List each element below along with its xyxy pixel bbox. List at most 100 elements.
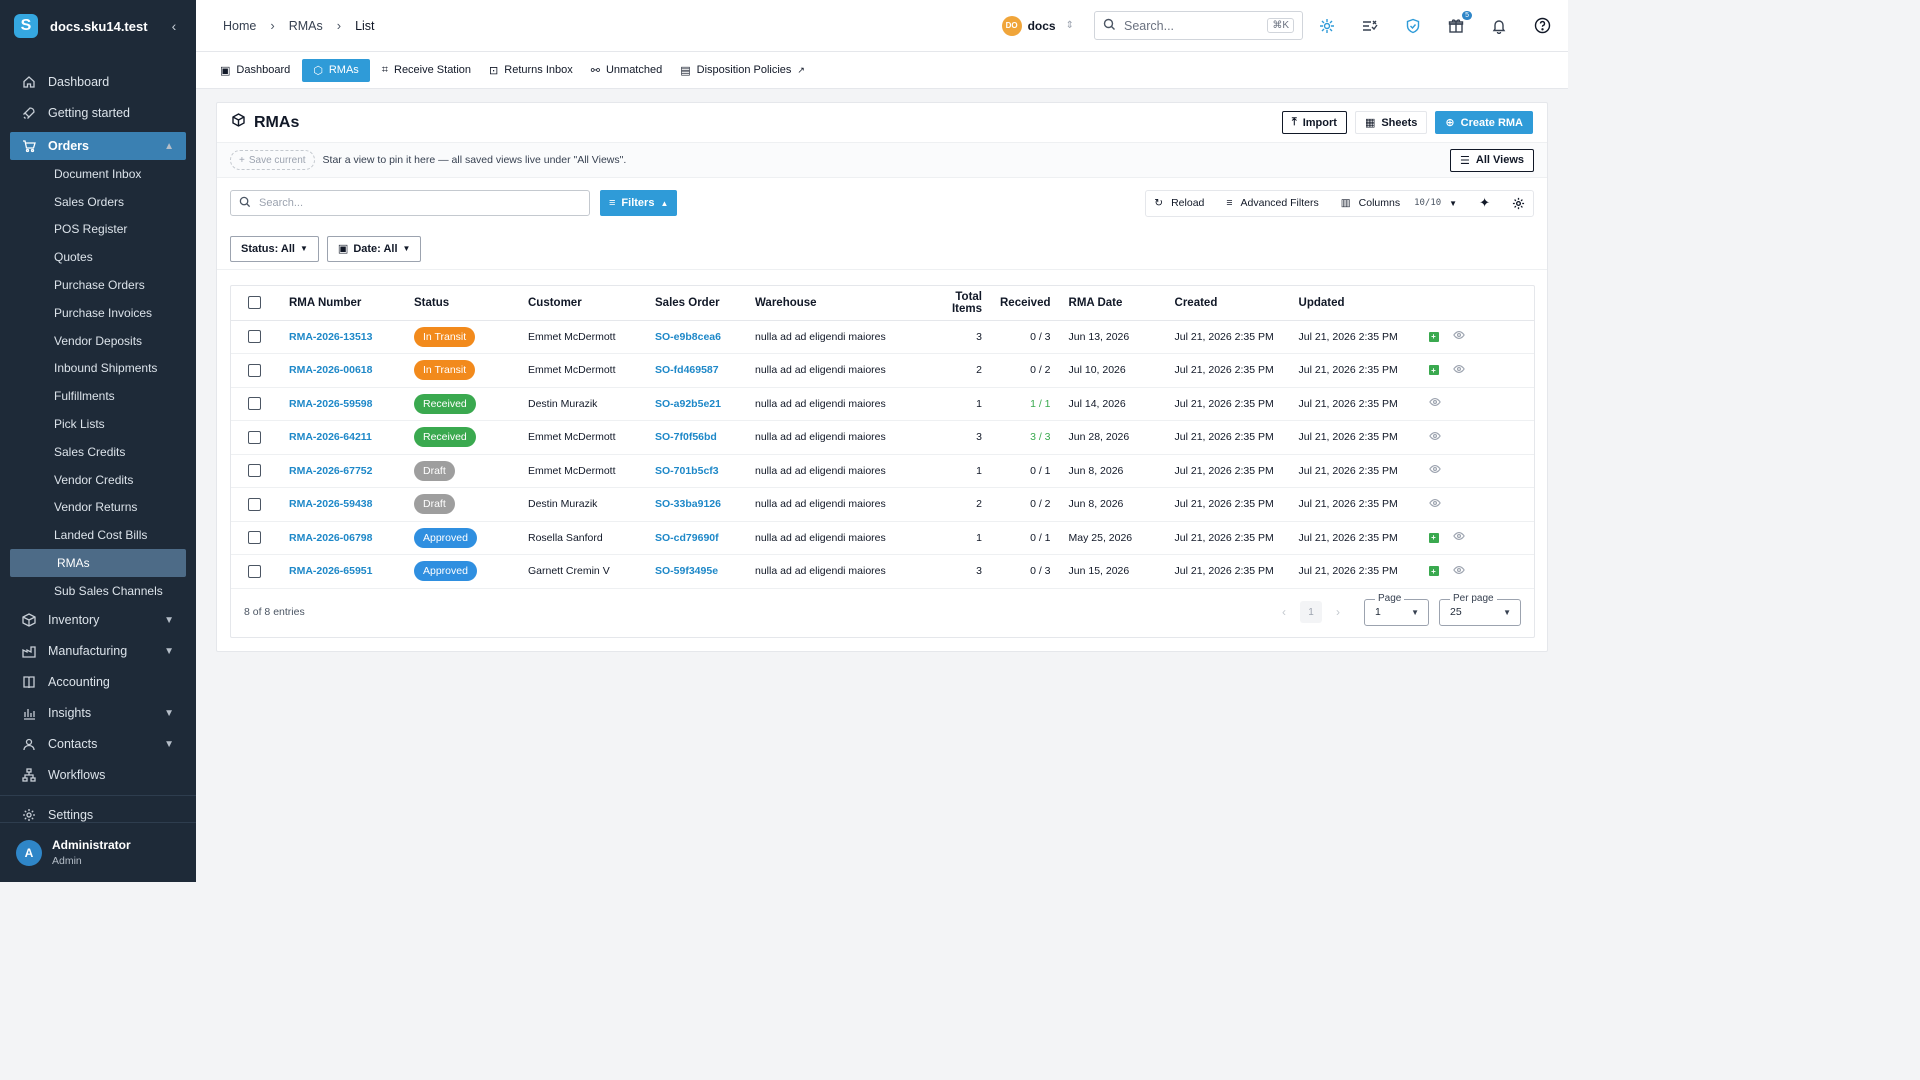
table-search[interactable] xyxy=(230,190,590,216)
sidebar-subitem-quotes[interactable]: Quotes xyxy=(0,243,196,271)
filters-button[interactable]: ≡ Filters ▲ xyxy=(600,190,678,216)
row-checkbox[interactable] xyxy=(248,564,261,578)
tab-receive-station[interactable]: ⌗ Receive Station xyxy=(376,59,477,82)
sidebar-subitem-document-inbox[interactable]: Document Inbox xyxy=(0,160,196,188)
sidebar-subitem-rmas[interactable]: RMAs xyxy=(10,549,186,577)
sidebar-subitem-inbound-shipments[interactable]: Inbound Shipments xyxy=(0,355,196,383)
column-header-rma-number[interactable]: RMA Number xyxy=(289,286,414,321)
sales-order-link[interactable]: SO-59f3495e xyxy=(655,565,718,577)
column-header-received[interactable]: Received xyxy=(1000,286,1069,321)
eye-icon[interactable] xyxy=(1452,530,1465,545)
help-icon[interactable] xyxy=(1532,16,1552,36)
row-checkbox[interactable] xyxy=(248,330,261,344)
shield-icon[interactable] xyxy=(1403,16,1423,36)
save-current-view-button[interactable]: + Save current xyxy=(230,150,315,170)
receive-icon[interactable]: + xyxy=(1428,365,1439,376)
column-header-customer[interactable]: Customer xyxy=(528,286,655,321)
row-checkbox[interactable] xyxy=(248,363,261,377)
sidebar-item-accounting[interactable]: Accounting xyxy=(0,667,196,698)
sidebar-subitem-sales-credits[interactable]: Sales Credits xyxy=(0,438,196,466)
global-search[interactable]: Search... ⌘K xyxy=(1094,11,1303,40)
gift-icon[interactable]: 5 xyxy=(1446,10,1472,36)
sidebar-subitem-fulfillments[interactable]: Fulfillments xyxy=(0,382,196,410)
sales-order-link[interactable]: SO-a92b5e21 xyxy=(655,398,721,410)
column-header-rma-date[interactable]: RMA Date xyxy=(1068,286,1175,321)
rma-number-link[interactable]: RMA-2026-06798 xyxy=(289,532,372,544)
row-checkbox[interactable] xyxy=(248,464,261,478)
sidebar-item-dashboard[interactable]: Dashboard xyxy=(0,66,196,97)
tab-returns-inbox[interactable]: ⊡ Returns Inbox xyxy=(483,59,579,82)
column-header-total-items[interactable]: Total Items xyxy=(930,286,1000,321)
sidebar-item-insights[interactable]: Insights ▼ xyxy=(0,698,196,729)
rma-number-link[interactable]: RMA-2026-64211 xyxy=(289,431,372,443)
rma-number-link[interactable]: RMA-2026-00618 xyxy=(289,364,372,376)
next-page-icon[interactable]: › xyxy=(1336,605,1340,619)
rma-number-link[interactable]: RMA-2026-67752 xyxy=(289,465,372,477)
row-checkbox[interactable] xyxy=(248,531,261,545)
per-page-select[interactable]: Per page 25 ▼ xyxy=(1439,592,1521,626)
current-page[interactable]: 1 xyxy=(1300,601,1322,623)
sidebar-subitem-purchase-orders[interactable]: Purchase Orders xyxy=(0,271,196,299)
user-profile[interactable]: A Administrator Admin xyxy=(0,822,196,882)
prev-page-icon[interactable]: ‹ xyxy=(1282,605,1286,619)
sidebar-item-contacts[interactable]: Contacts ▼ xyxy=(0,729,196,760)
receive-icon[interactable]: + xyxy=(1428,331,1439,342)
select-all-checkbox[interactable] xyxy=(248,296,261,310)
status-filter[interactable]: Status: All ▼ xyxy=(230,235,319,262)
sales-order-link[interactable]: SO-cd79690f xyxy=(655,532,719,544)
import-button[interactable]: ⤒ Import xyxy=(1281,111,1347,134)
breadcrumb-rmas[interactable]: RMAs xyxy=(289,19,323,33)
rma-number-link[interactable]: RMA-2026-13513 xyxy=(289,331,372,343)
tab-unmatched[interactable]: ⚯ Unmatched xyxy=(585,59,668,82)
tab-dashboard[interactable]: ▣ Dashboard xyxy=(214,59,296,82)
rma-number-link[interactable]: RMA-2026-59598 xyxy=(289,398,372,410)
date-filter[interactable]: ▣ Date: All ▼ xyxy=(326,235,422,262)
sidebar-subitem-vendor-returns[interactable]: Vendor Returns xyxy=(0,494,196,522)
sheets-button[interactable]: ▦ Sheets xyxy=(1354,111,1428,134)
breadcrumb-home[interactable]: Home xyxy=(223,19,256,33)
sales-order-link[interactable]: SO-e9b8cea6 xyxy=(655,331,721,343)
rma-number-link[interactable]: RMA-2026-59438 xyxy=(289,498,372,510)
table-search-input[interactable] xyxy=(259,197,581,209)
eye-icon[interactable] xyxy=(1428,430,1441,445)
sidebar-item-orders[interactable]: Orders ▲ xyxy=(10,132,186,160)
sales-order-link[interactable]: SO-701b5cf3 xyxy=(655,465,719,477)
row-checkbox[interactable] xyxy=(248,497,261,511)
sales-order-link[interactable]: SO-7f0f56bd xyxy=(655,431,717,443)
create-rma-button[interactable]: ⊕ Create RMA xyxy=(1435,111,1533,134)
column-header-created[interactable]: Created xyxy=(1174,286,1299,321)
reload-button[interactable]: ↻ Reload xyxy=(1154,197,1204,209)
bell-icon[interactable] xyxy=(1489,16,1509,36)
tasks-icon[interactable] xyxy=(1360,16,1380,36)
sidebar-item-getting-started[interactable]: Getting started xyxy=(0,97,196,128)
sidebar-subitem-pick-lists[interactable]: Pick Lists xyxy=(0,410,196,438)
row-checkbox[interactable] xyxy=(248,430,261,444)
sidebar-subitem-sub-sales-channels[interactable]: Sub Sales Channels xyxy=(0,577,196,605)
sidebar-subitem-pos-register[interactable]: POS Register xyxy=(0,216,196,244)
tab-disposition-policies[interactable]: ▤ Disposition Policies ↗ xyxy=(674,59,811,82)
row-checkbox[interactable] xyxy=(248,397,261,411)
eye-icon[interactable] xyxy=(1428,463,1441,478)
sidebar-subitem-landed-cost-bills[interactable]: Landed Cost Bills xyxy=(0,521,196,549)
receive-icon[interactable]: + xyxy=(1428,566,1439,577)
sales-order-link[interactable]: SO-fd469587 xyxy=(655,364,719,376)
sidebar-subitem-purchase-invoices[interactable]: Purchase Invoices xyxy=(0,299,196,327)
column-header-updated[interactable]: Updated xyxy=(1298,286,1429,321)
sidebar-subitem-vendor-deposits[interactable]: Vendor Deposits xyxy=(0,327,196,355)
sales-order-link[interactable]: SO-33ba9126 xyxy=(655,498,721,510)
sidebar-item-workflows[interactable]: Workflows xyxy=(0,760,196,791)
settings-gear-icon[interactable] xyxy=(1512,197,1525,210)
sidebar-subitem-sales-orders[interactable]: Sales Orders xyxy=(0,188,196,216)
eye-icon[interactable] xyxy=(1428,497,1441,512)
rma-number-link[interactable]: RMA-2026-65951 xyxy=(289,565,372,577)
eye-icon[interactable] xyxy=(1452,564,1465,579)
eye-icon[interactable] xyxy=(1452,329,1465,344)
eye-icon[interactable] xyxy=(1428,396,1441,411)
receive-icon[interactable]: + xyxy=(1428,532,1439,543)
sidebar-subitem-vendor-credits[interactable]: Vendor Credits xyxy=(0,466,196,494)
tab-rmas[interactable]: ⬡ RMAs xyxy=(302,58,370,82)
column-header-status[interactable]: Status xyxy=(414,286,528,321)
advanced-filters-button[interactable]: ≡ Advanced Filters xyxy=(1226,197,1318,209)
page-select[interactable]: Page 1 ▼ xyxy=(1364,592,1429,626)
sidebar-item-inventory[interactable]: Inventory ▼ xyxy=(0,605,196,636)
